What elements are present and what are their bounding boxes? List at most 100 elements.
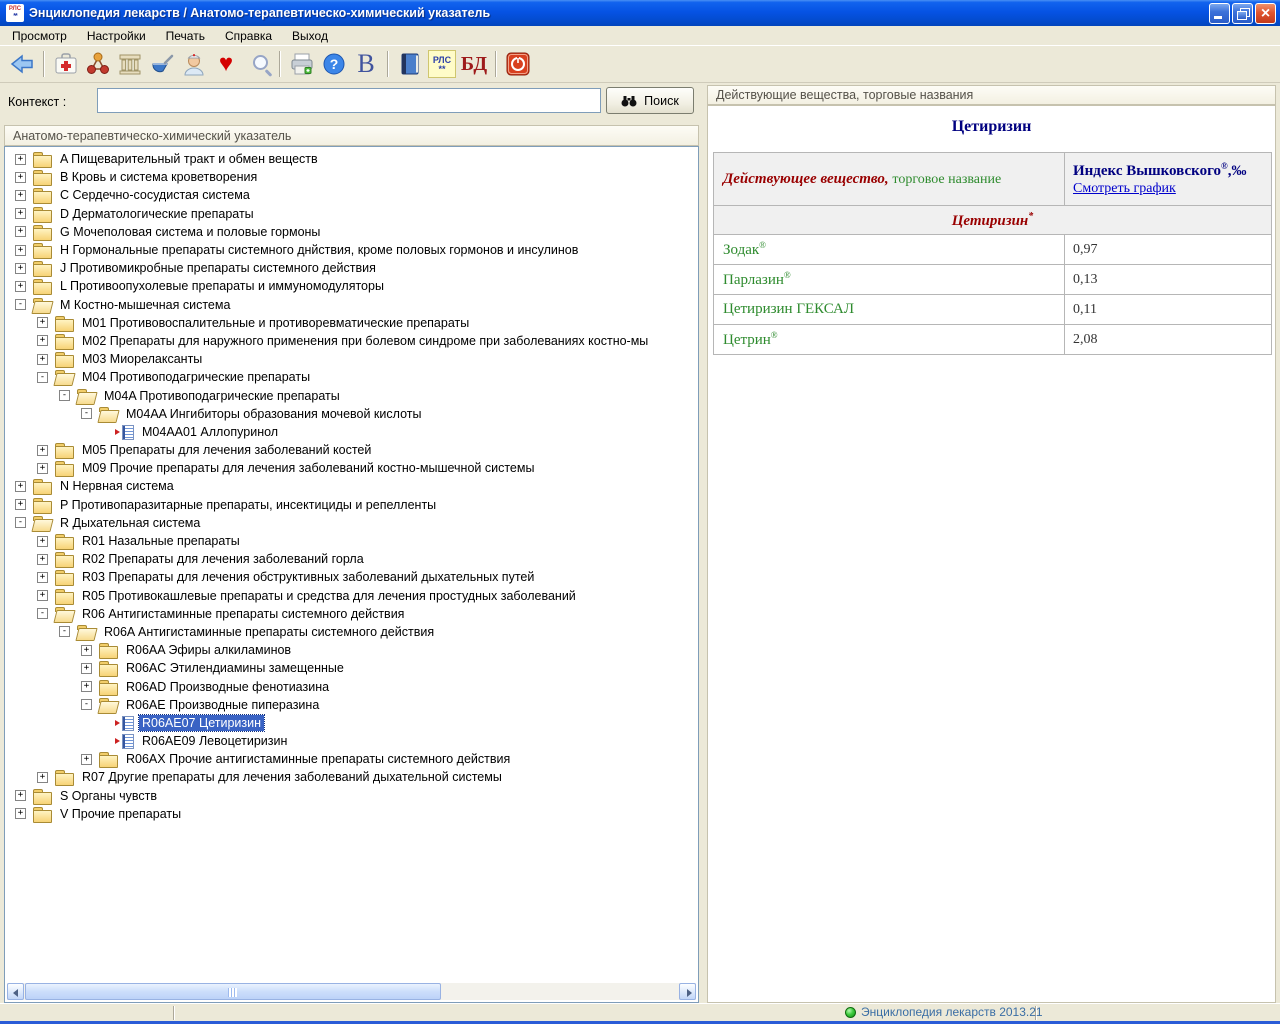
tree-row[interactable]: +R06AA Эфиры алкиламинов bbox=[7, 641, 696, 659]
expand-toggle[interactable]: + bbox=[15, 226, 26, 237]
tree-item-label[interactable]: V Прочие препараты bbox=[57, 806, 184, 822]
exit-button[interactable] bbox=[502, 48, 534, 80]
expand-toggle[interactable]: + bbox=[81, 645, 92, 656]
tree-row[interactable]: +N Нервная система bbox=[7, 477, 696, 495]
tree-row[interactable]: R06AE09 Левоцетиризин bbox=[7, 732, 696, 750]
tree-row[interactable]: - M04 Противоподагрические препараты bbox=[7, 368, 696, 386]
tree-item-label[interactable]: R05 Противокашлевые препараты и средства… bbox=[79, 588, 579, 604]
collapse-toggle[interactable]: - bbox=[59, 390, 70, 401]
menu-item[interactable]: Настройки bbox=[81, 27, 152, 45]
tree-item-label[interactable]: G Мочеполовая система и половые гормоны bbox=[57, 224, 323, 240]
heart-button[interactable]: ♥ bbox=[210, 48, 242, 80]
tree-item-label[interactable]: M05 Препараты для лечения заболеваний ко… bbox=[79, 442, 374, 458]
tree-row[interactable]: -R Дыхательная система bbox=[7, 514, 696, 532]
tree-item-label[interactable]: J Противомикробные препараты системного … bbox=[57, 260, 379, 276]
tree-item-label[interactable]: B Кровь и система кроветворения bbox=[57, 169, 260, 185]
tree-row[interactable]: + A Пищеварительный тракт и обмен веществ bbox=[7, 150, 696, 168]
tree-row[interactable]: + B Кровь и система кроветворения bbox=[7, 168, 696, 186]
tree-row[interactable]: R06AE07 Цетиризин bbox=[7, 714, 696, 732]
tree-item-label[interactable]: R06AE Производные пиперазина bbox=[123, 697, 322, 713]
expand-toggle[interactable]: + bbox=[37, 335, 48, 346]
expand-toggle[interactable]: + bbox=[37, 536, 48, 547]
tree-row[interactable]: + R01 Назальные препараты bbox=[7, 532, 696, 550]
tree-row[interactable]: +H Гормональные препараты системного днй… bbox=[7, 241, 696, 259]
minimize-button[interactable] bbox=[1209, 3, 1230, 24]
collapse-toggle[interactable]: - bbox=[37, 608, 48, 619]
expand-toggle[interactable]: + bbox=[15, 245, 26, 256]
first-aid-kit-button[interactable] bbox=[50, 48, 82, 80]
print-button[interactable] bbox=[286, 48, 318, 80]
expand-toggle[interactable]: + bbox=[15, 154, 26, 165]
tree-row[interactable]: +R06AC Этилендиамины замещенные bbox=[7, 659, 696, 677]
tree-item-label[interactable]: M03 Миорелаксанты bbox=[79, 351, 205, 367]
tree-row[interactable]: + L Противоопухолевые препараты и иммуном… bbox=[7, 277, 696, 295]
expand-toggle[interactable]: + bbox=[37, 317, 48, 328]
tree-row[interactable]: +R06AD Производные фенотиазина bbox=[7, 677, 696, 695]
tree-item-label[interactable]: R06A Антигистаминные препараты системног… bbox=[101, 624, 437, 640]
tree-item-label[interactable]: R06 Антигистаминные препараты системного… bbox=[79, 606, 407, 622]
search-tool-button[interactable] bbox=[242, 48, 274, 80]
expand-toggle[interactable]: + bbox=[37, 590, 48, 601]
tree-row[interactable]: + S Органы чувств bbox=[7, 787, 696, 805]
expand-toggle[interactable]: + bbox=[37, 772, 48, 783]
collapse-toggle[interactable]: - bbox=[59, 626, 70, 637]
trade-name-text[interactable]: Парлазин bbox=[723, 272, 784, 288]
expand-toggle[interactable]: + bbox=[15, 808, 26, 819]
tree-item-label[interactable]: R07 Другие препараты для лечения заболев… bbox=[79, 769, 505, 785]
expand-toggle[interactable]: + bbox=[81, 663, 92, 674]
search-button[interactable]: Поиск bbox=[606, 87, 694, 114]
tree-row[interactable]: +R06AX Прочие антигистаминные препараты … bbox=[7, 750, 696, 768]
tree-item-label[interactable]: M Костно-мышечная система bbox=[57, 297, 233, 313]
tree-item-label[interactable]: C Сердечно-сосудистая система bbox=[57, 187, 253, 203]
expand-toggle[interactable]: + bbox=[15, 790, 26, 801]
database-button[interactable]: БД bbox=[458, 48, 490, 80]
tree-row[interactable]: -R06AE Производные пиперазина bbox=[7, 696, 696, 714]
horizontal-scrollbar[interactable] bbox=[7, 983, 696, 1000]
collapse-toggle[interactable]: - bbox=[37, 372, 48, 383]
back-button[interactable] bbox=[6, 48, 38, 80]
expand-toggle[interactable]: + bbox=[37, 445, 48, 456]
tree-row[interactable]: -M04AA Ингибиторы образования мочевой ки… bbox=[7, 405, 696, 423]
rls-button[interactable]: РЛС ** bbox=[426, 48, 458, 80]
tree-item-label[interactable]: R03 Препараты для лечения обструктивных … bbox=[79, 569, 537, 585]
tree-row[interactable]: + G Мочеполовая система и половые гормоны bbox=[7, 223, 696, 241]
tree-item-label[interactable]: L Противоопухолевые препараты и иммуномо… bbox=[57, 278, 387, 294]
tree-item-label[interactable]: M04A Противоподагрические препараты bbox=[101, 388, 343, 404]
tree-row[interactable]: - R06 Антигистаминные препараты системног… bbox=[7, 605, 696, 623]
tree-item-label[interactable]: R Дыхательная система bbox=[57, 515, 203, 531]
expand-toggle[interactable]: + bbox=[15, 190, 26, 201]
collapse-toggle[interactable]: - bbox=[81, 408, 92, 419]
help-button[interactable]: ? bbox=[318, 48, 350, 80]
expand-toggle[interactable]: + bbox=[15, 172, 26, 183]
tree-item-label[interactable]: D Дерматологические препараты bbox=[57, 206, 257, 222]
tree-row[interactable]: +R02 Препараты для лечения заболеваний г… bbox=[7, 550, 696, 568]
tree-item-label[interactable]: R06AE07 Цетиризин bbox=[139, 715, 264, 731]
close-button[interactable] bbox=[1255, 3, 1276, 24]
tree-item-label[interactable]: R06AD Производные фенотиазина bbox=[123, 679, 332, 695]
tree-row[interactable]: + R07 Другие препараты для лечения заболе… bbox=[7, 768, 696, 786]
tree-row[interactable]: +M09 Прочие препараты для лечения заболе… bbox=[7, 459, 696, 477]
tree-item-label[interactable]: M04 Противоподагрические препараты bbox=[79, 369, 313, 385]
building-button[interactable] bbox=[114, 48, 146, 80]
tree-item-label[interactable]: M09 Прочие препараты для лечения заболев… bbox=[79, 460, 537, 476]
tree-item-label[interactable]: A Пищеварительный тракт и обмен веществ bbox=[57, 151, 321, 167]
tree-row[interactable]: +J Противомикробные препараты системного… bbox=[7, 259, 696, 277]
tree-item-label[interactable]: S Органы чувств bbox=[57, 788, 160, 804]
tree-row[interactable]: + D Дерматологические препараты bbox=[7, 205, 696, 223]
tree-item-label[interactable]: R06AX Прочие антигистаминные препараты с… bbox=[123, 751, 513, 767]
expand-toggle[interactable]: + bbox=[15, 208, 26, 219]
tree-row[interactable]: +M02 Препараты для наружного применения … bbox=[7, 332, 696, 350]
tree-item-label[interactable]: R01 Назальные препараты bbox=[79, 533, 243, 549]
menu-item[interactable]: Справка bbox=[219, 27, 278, 45]
panel-splitter[interactable] bbox=[699, 84, 707, 1003]
tree-row[interactable]: - M04A Противоподагрические препараты bbox=[7, 386, 696, 404]
expand-toggle[interactable]: + bbox=[37, 354, 48, 365]
tree-row[interactable]: M04AA01 Аллопуринол bbox=[7, 423, 696, 441]
expand-toggle[interactable]: + bbox=[15, 281, 26, 292]
menu-item[interactable]: Печать bbox=[160, 27, 211, 45]
tree-row[interactable]: +R03 Препараты для лечения обструктивных… bbox=[7, 568, 696, 586]
ladle-button[interactable] bbox=[146, 48, 178, 80]
tree-item-label[interactable]: M01 Противовоспалительные и противоревма… bbox=[79, 315, 472, 331]
trade-name-text[interactable]: Цетиризин ГЕКСАЛ bbox=[723, 301, 854, 317]
doctor-button[interactable] bbox=[178, 48, 210, 80]
